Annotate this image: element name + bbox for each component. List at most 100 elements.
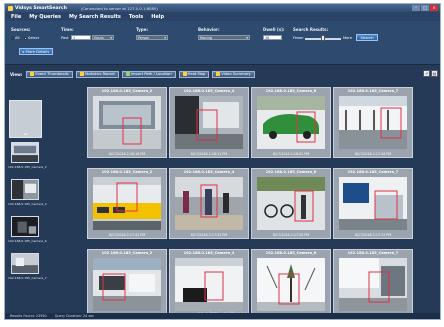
result-thumbnail-image[interactable] [93,96,161,149]
result-timestamp: 8/17/2016 2:17:58 PM [354,152,392,156]
radio-unselected-icon [24,36,27,40]
menu-file[interactable]: File [11,14,21,20]
sidebar-camera-6-label: 192.168.0.185_Camera_6 [8,239,47,243]
event-thumbnails-button[interactable]: Event Thumbnails [26,70,73,78]
more-label: More [343,36,352,40]
app-title: Vidsys SmartSearch [15,5,67,11]
maximize-icon[interactable]: □ [421,5,429,11]
sources-select-radio[interactable]: Select [24,36,39,40]
type-label: Type: [136,27,149,32]
results-found: Results Found: 23950 [10,314,47,318]
sources-all-label: All [15,36,20,40]
behavior-select[interactable]: Moving [198,35,250,41]
time-label: Time: [61,27,74,32]
result-timestamp: 8/17/2016 2:17:20 PM [272,233,310,237]
minimize-icon[interactable]: – [412,5,420,11]
statistics-icon [79,72,84,76]
heat-map-icon [182,72,187,76]
sidebar-item-all[interactable]: All [9,100,42,138]
app-window: Vidsys SmartSearch (Connected to server … [4,3,441,320]
result-timestamp: 8/17/2016 2:18:02 PM [272,152,310,156]
heat-map-label: Heat Map [187,72,206,76]
result-camera-name: 192.168.0.185_Camera_6 [265,170,317,174]
close-icon[interactable]: × [430,5,438,11]
result-camera-name: 192.168.0.185_Camera_2 [101,251,153,255]
result-thumbnail-image[interactable] [257,258,325,311]
sidebar-item-camera-4[interactable] [11,179,39,200]
sources-all-radio[interactable]: All [11,36,19,40]
result-card[interactable]: 192.168.0.185_Camera_2 8/17/2016 2:18:16 … [87,87,167,158]
export-icon[interactable]: ↗ [423,70,430,77]
menu-tools[interactable]: Tools [129,14,143,20]
heat-map-button[interactable]: Heat Map [178,70,210,78]
search-results-label: Search Results: [293,27,329,32]
behavior-label: Behavior: [198,27,220,32]
result-camera-name: 192.168.0.185_Camera_6 [265,89,317,93]
radio-selected-icon [11,36,14,40]
results-slider-handle[interactable] [321,35,325,41]
result-timestamp: 8/17/2016 2:18:16 PM [108,152,146,156]
sidebar-all-label: All [23,132,28,136]
result-thumbnail-image[interactable] [339,96,407,149]
sidebar-camera-2-label: 192.168.0.185_Camera_2 [8,165,47,169]
result-card[interactable]: 192.168.0.185_Camera_4 8/17/2016 2:17:33 … [169,168,249,239]
menu-my-search-results[interactable]: My Search Results [69,14,121,20]
thumbnails-icon [30,72,35,76]
view-label: View: [10,71,23,77]
window-controls: – □ × [412,5,438,11]
result-card[interactable]: 192.168.0.185_Camera_7 8/17/2016 2:17:12 … [333,168,413,239]
result-thumbnail-image[interactable] [175,96,243,149]
camera-thumbnail-image [12,180,38,199]
dwell-input[interactable]: 10 [263,35,282,40]
menu-my-queries[interactable]: My Queries [29,14,61,20]
result-timestamp: 8/17/2016 2:18:11 PM [190,152,228,156]
import-path-button[interactable]: Import Path / Location [121,70,176,78]
result-card[interactable]: 192.168.0.185_Camera_4 8/17/2016 2:18:11 … [169,87,249,158]
title-bar: Vidsys SmartSearch (Connected to server … [5,4,440,12]
view-toolbar: View: Event Thumbnails Statistics Report… [5,68,440,80]
result-timestamp: 8/17/2016 2:17:33 PM [190,233,228,237]
search-button[interactable]: Search [356,34,378,41]
result-thumbnail-image[interactable] [93,258,161,311]
dwell-label: Dwell (s): [263,27,285,32]
status-bar: Results Found: 23950 Query Duration: 24 … [5,313,440,319]
pdf-icon[interactable]: ▤ [431,70,438,77]
search-filters-panel: Sources: All Select Time: Past 1 Hours T… [5,21,440,65]
import-path-label: Import Path / Location [130,72,172,76]
statistics-report-label: Statistics Report [84,72,115,76]
result-camera-name: 192.168.0.185_Camera_4 [183,170,235,174]
menu-help[interactable]: Help [151,14,164,20]
result-thumbnail-image[interactable] [339,177,407,230]
connection-status: (Connected to server at 127.0.0.1:8080) [80,5,158,11]
result-thumbnail-image[interactable] [257,177,325,230]
time-amount-input[interactable]: 1 [71,35,91,40]
type-select[interactable]: Person [136,35,168,41]
sidebar-item-camera-6[interactable] [11,216,39,237]
result-thumbnail-image[interactable] [93,177,161,230]
statistics-report-button[interactable]: Statistics Report [75,70,119,78]
sidebar-camera-7-label: 192.168.0.185_Camera_7 [8,276,47,280]
time-unit-select[interactable]: Hours [92,35,114,41]
result-timestamp: 8/17/2016 2:17:41 PM [108,233,146,237]
video-summary-button[interactable]: Video Summary [212,70,255,78]
result-camera-name: 192.168.0.185_Camera_7 [347,170,399,174]
sources-select-label: Select [28,36,40,40]
result-card[interactable]: 192.168.0.185_Camera_6 8/17/2016 2:17:20 … [251,168,331,239]
result-card[interactable]: 192.168.0.185_Camera_7 8/17/2016 2:17:58 … [333,87,413,158]
result-timestamp: 8/17/2016 2:17:12 PM [354,233,392,237]
result-thumbnail-image[interactable] [339,258,407,311]
result-card[interactable]: 192.168.0.185_Camera_6 8/17/2016 2:18:02 … [251,87,331,158]
app-logo-icon [8,5,13,11]
sidebar-item-camera-2[interactable] [11,142,39,163]
result-thumbnail-image[interactable] [257,96,325,149]
result-thumbnail-image[interactable] [175,258,243,311]
event-thumbnails-label: Event Thumbnails [35,72,69,76]
more-details-button[interactable]: ▸ More Details [19,48,53,55]
result-card[interactable]: 192.168.0.185_Camera_2 8/17/2016 2:17:41 … [87,168,167,239]
path-icon [125,72,130,76]
result-thumbnail-image[interactable] [175,177,243,230]
result-camera-name: 192.168.0.185_Camera_4 [183,251,235,255]
query-duration: Query Duration: 24 sec [54,314,95,318]
video-summary-icon [216,72,221,76]
sidebar-item-camera-7[interactable] [11,253,39,274]
